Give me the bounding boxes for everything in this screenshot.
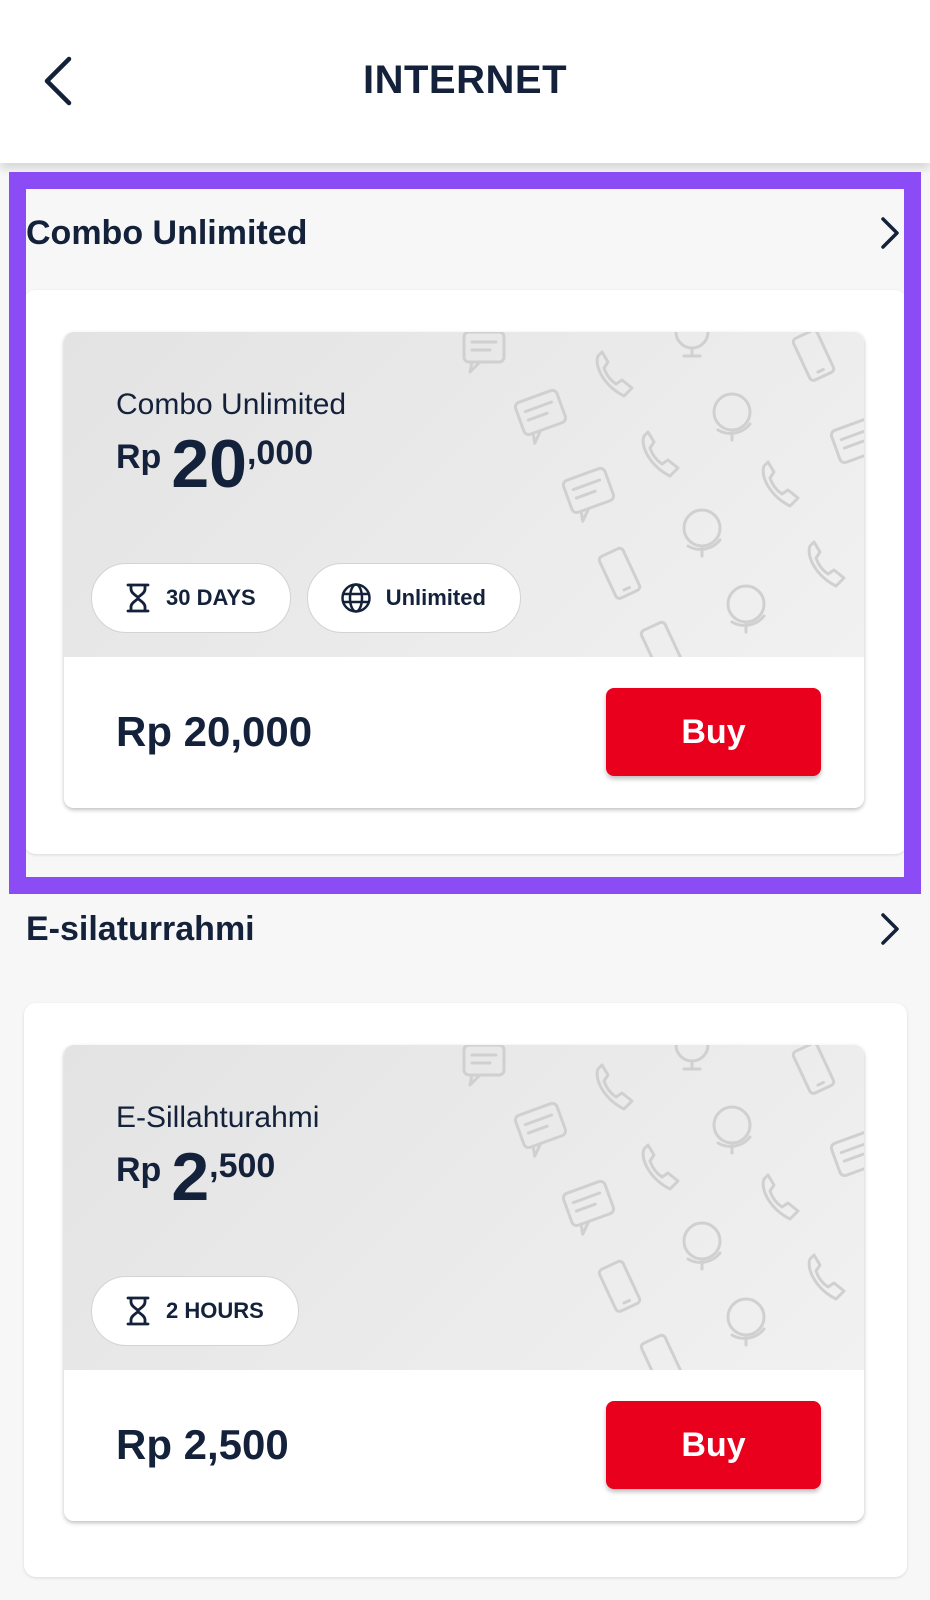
package-price: Rp 20 ,000 bbox=[116, 430, 313, 498]
price-currency: Rp bbox=[116, 438, 162, 476]
package-total: Rp 20,000 bbox=[116, 708, 313, 755]
pattern-background bbox=[462, 1045, 864, 1370]
package-chips: 30 DAYS Unlimited bbox=[91, 563, 521, 633]
section-e-silaturrahmi: E-silaturrahmi E-Sillahturahmi Rp 2 ,500… bbox=[0, 894, 930, 1600]
package-total: Rp 2,500 bbox=[116, 1421, 289, 1468]
package-bottom: Rp 20,000 Buy bbox=[64, 657, 864, 808]
globe-icon bbox=[340, 583, 371, 613]
section-title: Combo Unlimited bbox=[26, 213, 308, 252]
price-decimal: ,000 bbox=[246, 434, 314, 472]
package-bottom: Rp 2,500 Buy bbox=[64, 1370, 864, 1521]
price-currency: Rp bbox=[116, 1151, 162, 1189]
app-header: INTERNET bbox=[0, 0, 930, 163]
hourglass-icon bbox=[126, 1296, 150, 1326]
package-top: E-Sillahturahmi Rp 2 ,500 2 HOURS bbox=[64, 1045, 864, 1370]
package-card: E-Sillahturahmi Rp 2 ,500 2 HOURS Rp 2,5… bbox=[24, 1003, 907, 1577]
buy-button[interactable]: Buy bbox=[606, 1401, 821, 1489]
section-title: E-silaturrahmi bbox=[26, 909, 255, 948]
package-card: Combo Unlimited Rp 20 ,000 30 DAYS Unlim… bbox=[24, 290, 907, 854]
package-tile: Combo Unlimited Rp 20 ,000 30 DAYS Unlim… bbox=[64, 332, 864, 808]
buy-button[interactable]: Buy bbox=[606, 688, 821, 776]
package-top: Combo Unlimited Rp 20 ,000 30 DAYS Unlim… bbox=[64, 332, 864, 657]
price-main: 2 bbox=[171, 1139, 210, 1215]
price-decimal: ,500 bbox=[209, 1147, 276, 1185]
section-header[interactable]: Combo Unlimited bbox=[26, 198, 900, 268]
duration-chip: 2 HOURS bbox=[91, 1276, 299, 1346]
chevron-right-icon bbox=[881, 217, 899, 249]
chip-label: 2 HOURS bbox=[166, 1298, 264, 1323]
package-price: Rp 2 ,500 bbox=[116, 1143, 275, 1211]
package-name: E-Sillahturahmi bbox=[116, 1101, 320, 1134]
section-combo-unlimited: Combo Unlimited Combo Unlimited Rp 20 ,0… bbox=[0, 172, 930, 894]
chip-label: Unlimited bbox=[385, 585, 486, 610]
package-chips: 2 HOURS bbox=[91, 1276, 299, 1346]
price-main: 20 bbox=[171, 426, 247, 502]
duration-chip: 30 DAYS bbox=[91, 563, 291, 633]
quota-chip: Unlimited bbox=[306, 563, 521, 633]
page-title: INTERNET bbox=[363, 58, 567, 102]
chevron-right-icon bbox=[881, 913, 899, 945]
package-tile: E-Sillahturahmi Rp 2 ,500 2 HOURS Rp 2,5… bbox=[64, 1045, 864, 1521]
package-name: Combo Unlimited bbox=[116, 388, 347, 421]
hourglass-icon bbox=[126, 583, 150, 613]
chip-label: 30 DAYS bbox=[166, 585, 256, 610]
section-header[interactable]: E-silaturrahmi bbox=[26, 894, 900, 964]
